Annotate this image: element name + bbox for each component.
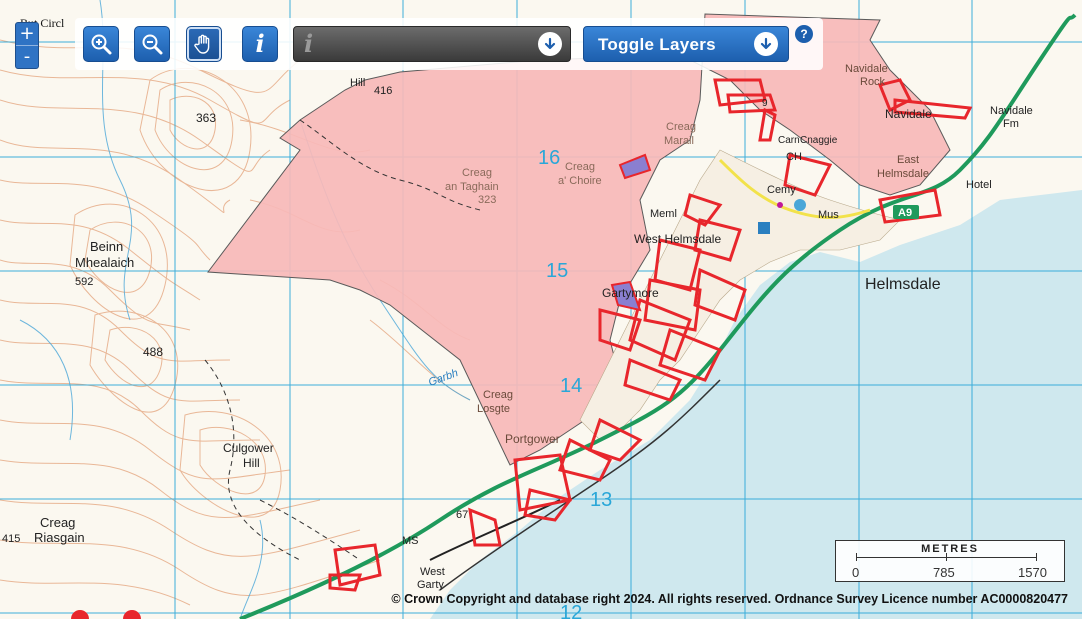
pond (794, 199, 806, 211)
label-helmsdale: Helmsdale (865, 276, 941, 293)
scale-label-785: 785 (933, 565, 955, 580)
label-67: 67 (456, 509, 468, 521)
label-meml: Meml (650, 208, 677, 220)
zoom-in-tool-button[interactable] (83, 26, 119, 62)
label-creag: Creag (40, 515, 75, 530)
label-creag-choire-2: a' Choire (558, 175, 602, 187)
info-icon: i (255, 29, 265, 58)
grid-number-14: 14 (560, 375, 582, 397)
label-creag-choire-1: Creag (565, 161, 595, 173)
label-mus: Mus (818, 209, 839, 221)
label-ms: MS (402, 535, 419, 547)
label-east-helmsdale-1: East (897, 154, 919, 166)
label-portgower: Portgower (505, 432, 560, 446)
label-a9-road: A9 (898, 207, 912, 219)
chevron-down-icon (538, 32, 562, 56)
label-carn-1: Carn (778, 135, 800, 146)
label-creag-marail-2: Marail (664, 135, 694, 147)
scale-tick (856, 553, 857, 561)
label-592: 592 (75, 276, 93, 288)
grid-number-16: 16 (538, 147, 560, 169)
label-east-helmsdale-2: Helmsdale (877, 168, 929, 180)
tourist-info-marker (758, 222, 770, 234)
scale-label-0: 0 (852, 565, 860, 580)
a9-shield: A9 (893, 205, 919, 219)
zoom-out-button[interactable]: - (16, 45, 38, 68)
label-creag-taghain-1: Creag (462, 167, 492, 179)
magnifier-minus-icon (142, 34, 163, 55)
hand-icon (194, 34, 210, 54)
map-toolbar: i i Toggle Layers ? (75, 18, 823, 70)
label-navidale-rock-1: Navidale (845, 63, 888, 75)
magnifier-plus-icon (91, 34, 112, 55)
label-west-garty-2: Garty (417, 579, 444, 591)
info-ghost-icon: i (304, 29, 314, 58)
scale-title: METRES (921, 543, 979, 555)
label-a9-top: 9 (762, 98, 768, 109)
label-riasgain: Riasgain (34, 530, 85, 545)
scale-label-1570: 1570 (1018, 565, 1047, 580)
toggle-layers-label: Toggle Layers (598, 35, 716, 54)
place-marker (777, 202, 783, 208)
label-culgower: Culgower (223, 441, 274, 455)
label-488: 488 (143, 345, 163, 359)
chevron-down-icon (754, 32, 778, 56)
grid-number-15: 15 (546, 260, 568, 282)
grid-number-13: 13 (590, 489, 612, 511)
map-canvas[interactable]: 16 15 14 13 12 But Circl Hill 416 363 Be… (0, 0, 1082, 624)
label-creag-taghain-2: an Taghain (445, 181, 499, 193)
scale-bar: METRES 0 785 1570 (835, 540, 1065, 582)
zoom-control: + - (15, 22, 39, 69)
label-creag-losgte-2: Losgte (477, 403, 510, 415)
label-hotel: Hotel (966, 179, 992, 191)
label-323: 323 (478, 194, 496, 206)
label-culgower-hill: Hill (243, 456, 260, 470)
info-tool-button[interactable]: i (242, 26, 278, 62)
scale-tick (946, 553, 947, 561)
label-navidale: Navidale (885, 107, 932, 121)
map-svg[interactable]: 16 15 14 13 12 But Circl Hill 416 363 Be… (0, 0, 1082, 624)
copyright-notice: © Crown Copyright and database right 202… (391, 592, 1068, 606)
label-navidale-fm-2: Fm (1003, 118, 1019, 130)
scale-tick (1036, 553, 1037, 561)
label-navidale-rock-2: Rock (860, 76, 886, 88)
label-gartymore: Gartymore (602, 286, 659, 300)
label-cemy: Cemy (767, 184, 796, 196)
label-415: 415 (2, 533, 20, 545)
label-navidale-fm-1: Navidale (990, 105, 1033, 117)
pan-tool-button[interactable] (186, 26, 222, 62)
toggle-layers-button[interactable]: Toggle Layers (583, 26, 789, 62)
label-beinn: Beinn (90, 239, 123, 254)
label-west-garty-1: West (420, 566, 445, 578)
label-creag-losgte-1: Creag (483, 389, 513, 401)
label-mhealaich: Mhealaich (75, 255, 134, 270)
label-west-helmsdale: West Helmsdale (634, 232, 721, 246)
label-363: 363 (196, 111, 216, 125)
help-button[interactable]: ? (795, 25, 813, 43)
label-416: 416 (374, 85, 392, 97)
label-hill-top: Hill (350, 77, 365, 89)
label-creag-marail-1: Creag (666, 121, 696, 133)
zoom-in-button[interactable]: + (16, 23, 38, 45)
label-ch: CH (786, 151, 802, 163)
label-carn-2: Cnaggie (800, 135, 838, 146)
query-select[interactable]: i (293, 26, 571, 62)
zoom-out-tool-button[interactable] (134, 26, 170, 62)
